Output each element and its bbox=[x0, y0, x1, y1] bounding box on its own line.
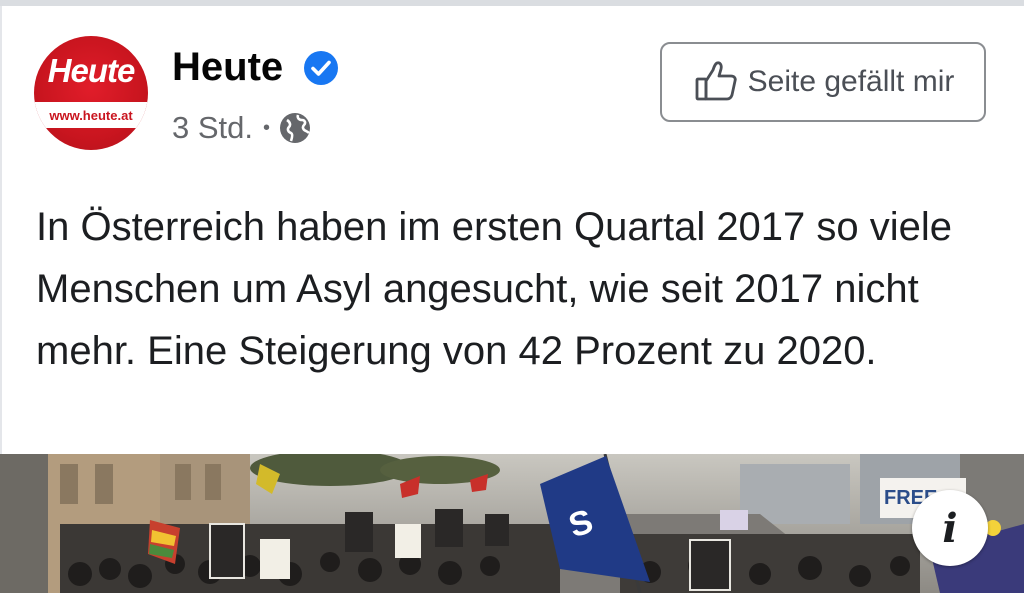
page-avatar[interactable]: Heute www.heute.at bbox=[34, 36, 148, 150]
page-name-link[interactable]: Heute bbox=[172, 44, 283, 90]
logo-url: www.heute.at bbox=[49, 108, 133, 123]
post-meta: 3 Std. • bbox=[172, 108, 312, 148]
post-photo[interactable]: FREE S bbox=[0, 454, 1024, 593]
like-page-button[interactable]: Seite gefällt mir bbox=[660, 42, 986, 122]
post-timestamp[interactable]: 3 Std. bbox=[172, 108, 253, 148]
card-left-edge bbox=[0, 6, 2, 456]
post-text: In Österreich haben im ersten Quartal 20… bbox=[36, 205, 953, 373]
meta-separator: • bbox=[263, 117, 271, 139]
globe-icon bbox=[280, 113, 311, 143]
protest-photo-illustration: FREE S bbox=[0, 454, 1024, 593]
like-page-label: Seite gefällt mir bbox=[747, 65, 955, 98]
thumbs-up-icon bbox=[695, 61, 737, 101]
info-icon[interactable]: i bbox=[912, 490, 988, 566]
logo-wordmark: Heute bbox=[47, 52, 136, 89]
verified-badge-icon bbox=[304, 51, 338, 85]
